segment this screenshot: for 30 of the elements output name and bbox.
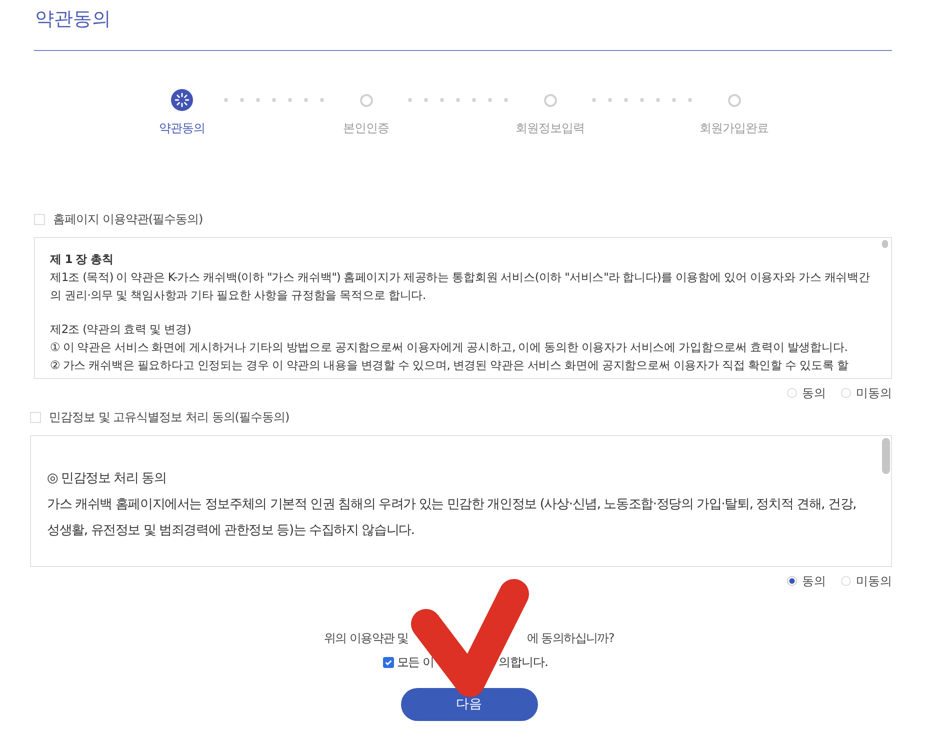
radio-button[interactable]	[841, 576, 851, 586]
terms-text: 제1조 (목적) 이 약관은 K-가스 캐쉬백(이하 "가스 캐쉬백") 홈페이지가 제공하는 통합회원 서비스(이하 "서비스"라 합니다)를 이용함에 있어 이용자와 가스 캐쉬백간의 권리·의무 및 책임사항과 기타 필요한 사항을 규정함을 목적으로 합니다.	[50, 269, 871, 304]
agree-all-label: 모든 이	[397, 655, 434, 670]
radio-button[interactable]	[787, 388, 797, 398]
step-label: 본인인증	[343, 121, 389, 136]
question-text: 위의 이용약관 및	[324, 631, 408, 646]
terms-box[interactable]	[34, 237, 892, 379]
terms-text: ◎ 민감정보 처리 동의	[47, 470, 168, 488]
step-label: 약관동의	[159, 121, 205, 136]
terms-heading: 제 1 장 총칙	[50, 251, 114, 268]
step-label: 회원가입완료	[700, 121, 768, 136]
terms-text: 가스 캐쉬백 홈페이지에서는 정보주체의 기본적 인권 침해의 우려가 있는 민감한 개인정보 (사상·신념, 노동조합·정당의 가입·탈퇴, 정치적 견해, 건강, 성생활, 유전정보 및 범죄경력에 관한정보 등)는 수집하지 않습니다.	[47, 496, 858, 540]
radio-button[interactable]	[787, 576, 797, 586]
radio-button[interactable]	[841, 388, 851, 398]
option-label: 미동의	[856, 386, 892, 400]
option-label: 미동의	[856, 574, 892, 588]
question-text: 에 동의하십니까?	[527, 631, 614, 646]
checkbox[interactable]	[383, 657, 394, 668]
terms-text: ① 이 약관은 서비스 화면에 게시하거나 기타의 방법으로 공지함으로써 이용자에게 공시하고, 이에 동의한 이용자가 서비스에 가입함으로써 효력이 발생합니다.	[50, 339, 848, 356]
agreement-title: 홈페이지 이용약관(필수동의)	[53, 212, 203, 226]
terms-text: 제2조 (약관의 효력 및 변경)	[50, 321, 192, 338]
option-label: 동의	[802, 574, 826, 588]
agree-all-label: 의합니다.	[498, 655, 548, 670]
next-button[interactable]: 다음	[400, 688, 538, 721]
agreement-title: 민감정보 및 고유식별정보 처리 동의(필수동의)	[49, 410, 290, 424]
page-title: 약관동의	[34, 7, 112, 32]
option-label: 동의	[802, 386, 826, 400]
terms-text: ② 가스 캐쉬백은 필요하다고 인정되는 경우 이 약관의 내용을 변경할 수 있으며, 변경된 약관은 서비스 화면에 공지함으로써 이용자가 직접 확인할 수 있도록 할	[50, 357, 850, 374]
terms-box[interactable]: ◎ 민감정보 처리 동의 가스 캐쉬백 홈페이지에서는 정보주체의 기본적 인권 침해의 우려가 있는 민감한 개인정보 (사상·신념, 노동조합·정당의 가입·탈퇴, 정치적 견해, 건강, 성생활, 유전정보 및 범죄경력에 관한정보 등)는 수집하지 않습니다.	[30, 435, 892, 567]
step-label: 회원정보입력	[516, 121, 584, 136]
